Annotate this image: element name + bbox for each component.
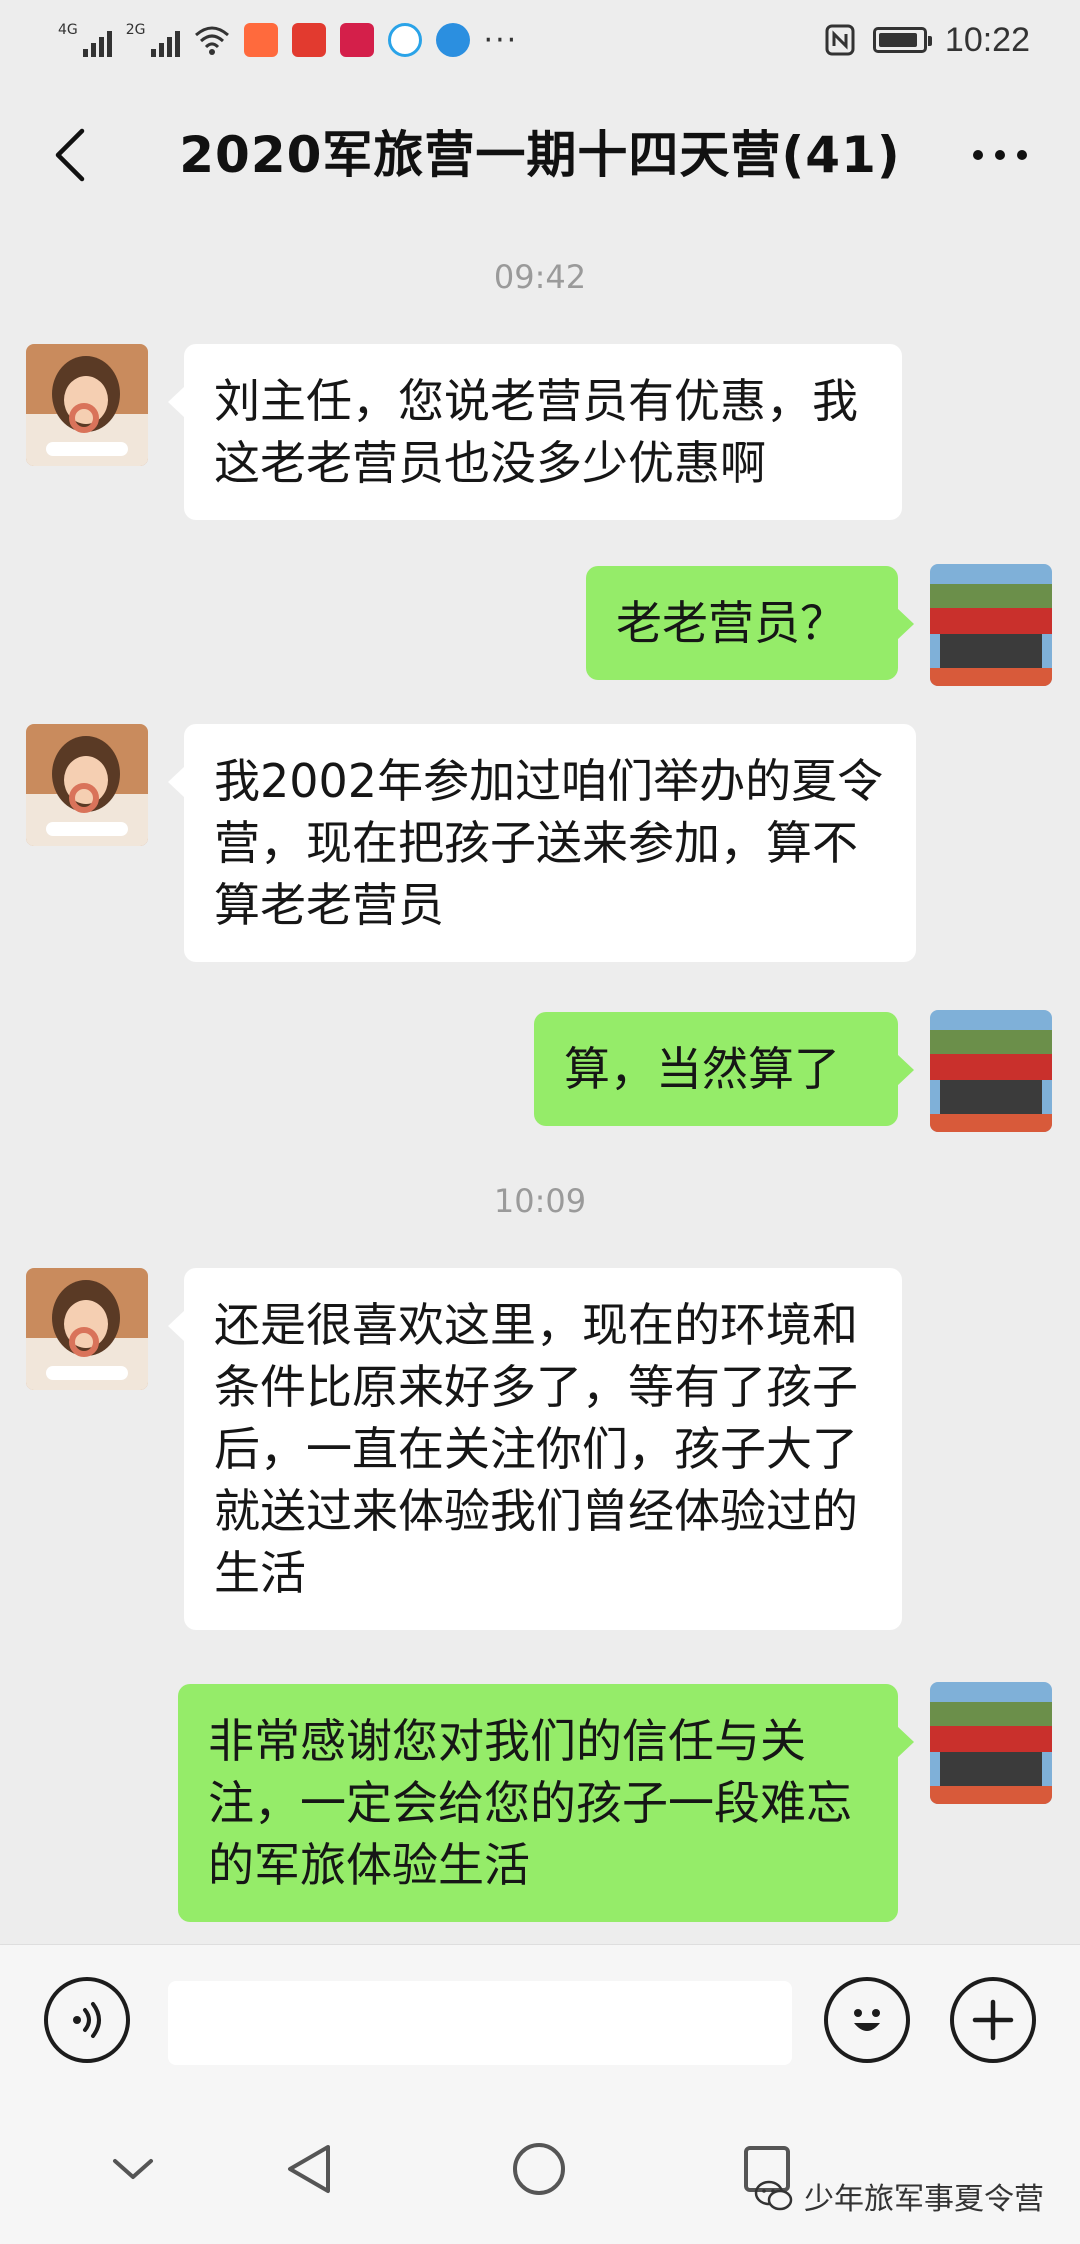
message-bubble-received[interactable]: 还是很喜欢这里，现在的环境和条件比原来好多了，等有了孩子后，一直在关注你们，孩子… <box>168 1268 902 1630</box>
message-bubble-sent[interactable]: 算，当然算了 <box>534 1012 914 1126</box>
girl-avatar-image <box>26 344 148 466</box>
group-photo-image <box>930 564 1052 686</box>
plus-button[interactable] <box>950 1977 1036 2063</box>
more-button[interactable] <box>960 125 1040 185</box>
input-bar <box>0 1944 1080 2094</box>
girl-avatar-image <box>26 1268 148 1390</box>
status-right: 10:22 <box>825 21 1030 60</box>
message-bubble-received[interactable]: 我2002年参加过咱们举办的夏令营，现在把孩子送来参加，算不算老老营员 <box>168 724 916 962</box>
group-photo-image <box>930 1682 1052 1804</box>
app-notification-icon <box>291 23 326 57</box>
message-bubble-sent[interactable]: 非常感谢您对我们的信任与关注，一定会给您的孩子一段难忘的军旅体验生活 <box>178 1684 914 1922</box>
plus-icon <box>972 1999 1014 2041</box>
signal-2g-icon: 2G <box>126 23 180 57</box>
nfc-icon <box>825 24 855 56</box>
watermark-text: 少年旅军事夏令营 <box>804 2182 1044 2217</box>
emoji-button[interactable] <box>824 1977 910 2063</box>
girl-avatar-image <box>26 724 148 846</box>
nav-collapse-button[interactable] <box>98 2134 168 2204</box>
more-dots-icon <box>973 150 983 160</box>
chat-header: 2020军旅营一期十四天营(41) <box>0 90 1080 220</box>
my-avatar[interactable] <box>930 564 1052 686</box>
my-avatar[interactable] <box>930 1010 1052 1132</box>
app-notification-icon <box>435 23 470 57</box>
system-navigation-bar: 少年旅军事夏令营 <box>0 2094 1080 2244</box>
sender-avatar[interactable] <box>26 344 148 466</box>
emoji-icon <box>854 2009 880 2031</box>
status-left: 4G 2G ··· <box>58 23 518 58</box>
group-photo-image <box>930 1010 1052 1132</box>
message-input[interactable] <box>168 1981 792 2065</box>
my-avatar[interactable] <box>930 1682 1052 1804</box>
timestamp: 10:09 <box>493 1182 587 1220</box>
watermark: 少年旅军事夏令营 <box>754 2174 1044 2218</box>
sender-avatar[interactable] <box>26 724 148 846</box>
app-notification-icon <box>387 23 422 57</box>
status-time: 10:22 <box>944 20 1030 59</box>
sender-avatar[interactable] <box>26 1268 148 1390</box>
triangle-back-icon <box>288 2145 330 2193</box>
voice-button[interactable] <box>44 1977 130 2063</box>
app-notification-icon <box>243 23 278 57</box>
message-bubble-sent[interactable]: 老老营员？ <box>586 566 914 680</box>
wechat-logo-icon <box>754 2180 793 2211</box>
status-bar: 4G 2G ··· 10:22 <box>0 0 1080 80</box>
message-bubble-received[interactable]: 刘主任，您说老营员有优惠，我这老老营员也没多少优惠啊 <box>168 344 902 520</box>
more-notifications-icon: ··· <box>483 22 519 58</box>
wifi-icon <box>194 26 229 55</box>
circle-home-icon <box>513 2143 565 2195</box>
battery-icon <box>872 27 932 53</box>
chevron-down-icon <box>113 2159 153 2179</box>
app-notification-icon <box>339 23 374 57</box>
chat-title: 2020军旅营一期十四天营(41) <box>179 126 901 184</box>
nav-home-button[interactable] <box>504 2134 574 2204</box>
timestamp: 09:42 <box>493 258 587 296</box>
nav-back-button[interactable] <box>274 2134 344 2204</box>
signal-4g-icon: 4G <box>58 23 112 57</box>
voice-icon <box>73 2002 101 2038</box>
